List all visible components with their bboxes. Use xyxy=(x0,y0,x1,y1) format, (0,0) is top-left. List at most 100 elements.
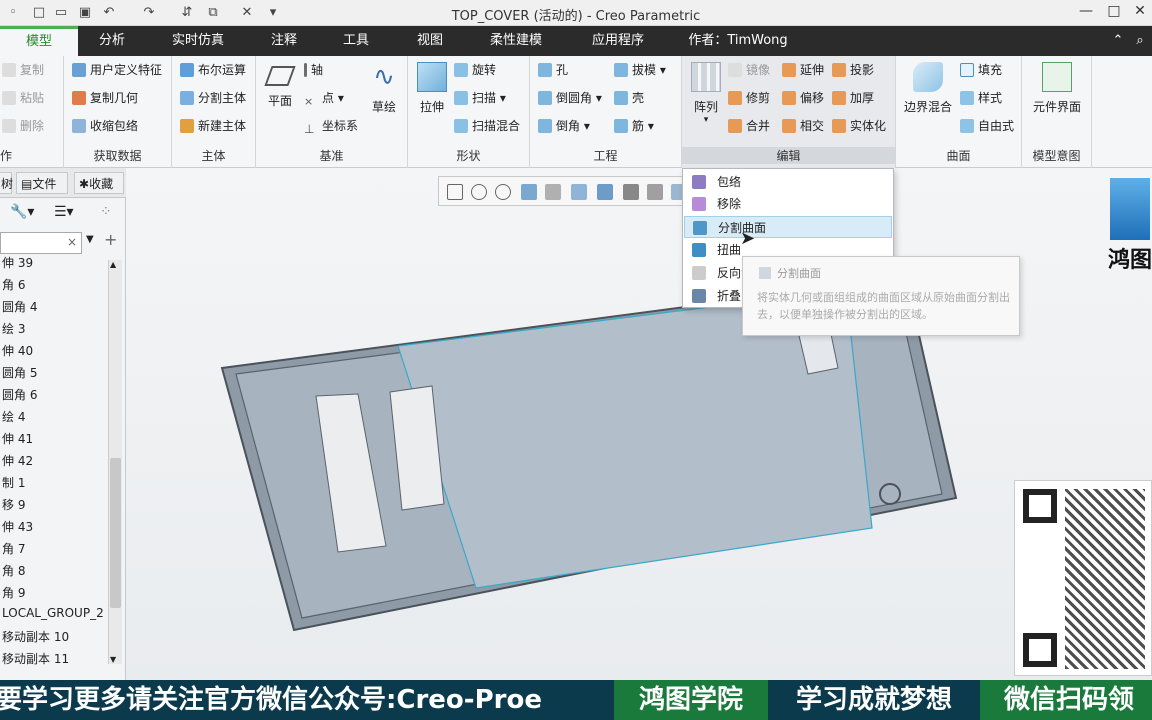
delete-button[interactable]: 删除 xyxy=(2,116,44,136)
sweep-button[interactable]: 扫描 ▾ xyxy=(454,88,506,108)
copy-geometry-button[interactable]: 复制几何 xyxy=(72,88,138,108)
tab-author[interactable]: 作者：TimWong xyxy=(678,26,798,56)
tree-item[interactable]: 绘 4 xyxy=(2,408,25,425)
split-body-button[interactable]: 分割主体 xyxy=(180,88,246,108)
tree-item[interactable]: 圆角 6 xyxy=(2,386,37,403)
pattern-button[interactable]: 阵列 ▾ xyxy=(686,62,726,125)
tree-item[interactable]: 伸 40 xyxy=(2,342,33,359)
collapse-ribbon-icon[interactable]: ⌃ xyxy=(1108,26,1128,56)
style-button[interactable]: 样式 xyxy=(960,88,1002,108)
solidify-button[interactable]: 实体化 xyxy=(832,116,886,136)
intersect-button[interactable]: 相交 xyxy=(782,116,824,136)
chamfer-button[interactable]: 倒角 ▾ xyxy=(538,116,590,136)
search-dropdown-icon[interactable]: ▼ xyxy=(86,234,94,245)
graphics-window[interactable]: 鸿图 xyxy=(126,168,1152,680)
tab-applications[interactable]: 应用程序 xyxy=(578,26,658,56)
tree-item[interactable]: 伸 43 xyxy=(2,518,33,535)
tree-item[interactable]: 角 8 xyxy=(2,562,25,579)
tree-item[interactable]: 伸 41 xyxy=(2,430,33,447)
tree-item[interactable]: LOCAL_GROUP_2 xyxy=(2,606,104,620)
menu-item-remove[interactable]: 移除 xyxy=(684,193,892,215)
settings-icon[interactable]: 🔧▾ xyxy=(10,204,34,220)
tree-item[interactable]: 角 7 xyxy=(2,540,25,557)
plane-button[interactable]: 平面 xyxy=(260,62,300,109)
fill-button[interactable]: 填充 xyxy=(960,60,1002,80)
scroll-down-icon[interactable]: ▼ xyxy=(110,655,116,664)
scroll-up-icon[interactable]: ▲ xyxy=(110,260,116,269)
tree-item[interactable]: 角 6 xyxy=(2,276,25,293)
revolve-button[interactable]: 旋转 xyxy=(454,60,496,80)
extend-button[interactable]: 延伸 xyxy=(782,60,824,80)
tab-analysis[interactable]: 分析 xyxy=(82,26,142,56)
tree-item[interactable]: 绘 3 xyxy=(2,320,25,337)
tree-item[interactable]: 制 1 xyxy=(2,474,25,491)
tab-live-simulation[interactable]: 实时仿真 xyxy=(158,26,238,56)
search-icon[interactable]: ⌕ xyxy=(1130,26,1150,56)
axis-button[interactable]: 轴 xyxy=(304,60,323,80)
tree-item[interactable]: 伸 39 xyxy=(2,254,33,271)
offset-button[interactable]: 偏移 xyxy=(782,88,824,108)
group-label-operations[interactable]: 作 xyxy=(0,147,63,164)
tab-annotate[interactable]: 注释 xyxy=(258,26,310,56)
boundary-blend-button[interactable]: 边界混合 xyxy=(900,62,956,115)
rib-button[interactable]: 筋 ▾ xyxy=(614,116,654,136)
tab-model[interactable]: 模型 xyxy=(0,26,78,56)
model-viewport[interactable] xyxy=(126,168,1152,680)
extrude-button[interactable]: 拉伸 xyxy=(412,62,452,115)
tree-item[interactable]: 圆角 5 xyxy=(2,364,37,381)
boolean-button[interactable]: 布尔运算 xyxy=(180,60,246,80)
tree-item[interactable]: 移 9 xyxy=(2,496,25,513)
hole-button[interactable]: 孔 xyxy=(538,60,568,80)
new-body-button[interactable]: 新建主体 xyxy=(180,116,246,136)
menu-item-wrap[interactable]: 包络 xyxy=(684,171,892,193)
group-label-surfaces[interactable]: 曲面 xyxy=(896,147,1021,164)
group-label-datum[interactable]: 基准 xyxy=(256,147,407,164)
freestyle-button[interactable]: 自由式 xyxy=(960,116,1014,136)
mirror-button[interactable]: 镜像 xyxy=(728,60,770,80)
tab-favorites[interactable]: ✱收藏 xyxy=(74,172,124,194)
maximize-icon[interactable]: □ xyxy=(1102,3,1126,23)
trim-button[interactable]: 修剪 xyxy=(728,88,770,108)
tree-item[interactable]: 圆角 4 xyxy=(2,298,37,315)
swept-blend-button[interactable]: 扫描混合 xyxy=(454,116,520,136)
group-label-shapes[interactable]: 形状 xyxy=(408,147,529,164)
minimize-icon[interactable]: — xyxy=(1074,3,1098,23)
tree-item[interactable]: 移动副本 10 xyxy=(2,628,69,645)
merge-button[interactable]: 合并 xyxy=(728,116,770,136)
scroll-thumb[interactable] xyxy=(110,458,121,608)
menu-item-split-surface[interactable]: 分割曲面 xyxy=(684,216,892,238)
sketch-button[interactable]: ∿ 草绘 xyxy=(364,62,404,115)
add-icon[interactable]: + xyxy=(104,230,117,249)
tree-item[interactable]: 移动副本 11 xyxy=(2,650,69,667)
thicken-button[interactable]: 加厚 xyxy=(832,88,874,108)
paste-button[interactable]: 粘贴 xyxy=(2,88,44,108)
component-interface-button[interactable]: 元件界面 xyxy=(1026,62,1088,115)
group-label-engineering[interactable]: 工程 xyxy=(530,147,681,164)
draft-button[interactable]: 拔模 ▾ xyxy=(614,60,666,80)
search-input[interactable]: × xyxy=(0,232,82,254)
round-button[interactable]: 倒圆角 ▾ xyxy=(538,88,602,108)
shrinkwrap-button[interactable]: 收缩包络 xyxy=(72,116,138,136)
close-icon[interactable]: ✕ xyxy=(1128,3,1152,23)
tab-flexible-modeling[interactable]: 柔性建模 xyxy=(476,26,556,56)
group-label-editing[interactable]: 编辑 xyxy=(682,147,895,164)
tab-model-tree[interactable]: 树 xyxy=(0,172,13,194)
point-button[interactable]: × 点 ▾ xyxy=(304,88,344,108)
project-button[interactable]: 投影 xyxy=(832,60,874,80)
tab-folder-browser[interactable]: ▤文件 xyxy=(16,172,68,194)
udf-button[interactable]: 用户定义特征 xyxy=(72,60,162,80)
filter-icon[interactable]: ⁘ xyxy=(100,204,112,220)
group-label-model-intent[interactable]: 模型意图 xyxy=(1022,147,1091,164)
group-label-get-data[interactable]: 获取数据 xyxy=(64,147,171,164)
tab-tools[interactable]: 工具 xyxy=(330,26,382,56)
tree-item[interactable]: 角 9 xyxy=(2,584,25,601)
coordinate-system-button[interactable]: ⊥ 坐标系 xyxy=(304,116,358,136)
copy-button[interactable]: 复制 xyxy=(2,60,44,80)
tree-scrollbar[interactable]: ▲ ▼ xyxy=(108,260,122,664)
clear-search-icon[interactable]: × xyxy=(67,235,77,249)
group-label-body[interactable]: 主体 xyxy=(172,147,255,164)
tree-item[interactable]: 伸 42 xyxy=(2,452,33,469)
shell-button[interactable]: 壳 xyxy=(614,88,644,108)
show-icon[interactable]: ☰▾ xyxy=(54,204,74,220)
tab-view[interactable]: 视图 xyxy=(404,26,456,56)
